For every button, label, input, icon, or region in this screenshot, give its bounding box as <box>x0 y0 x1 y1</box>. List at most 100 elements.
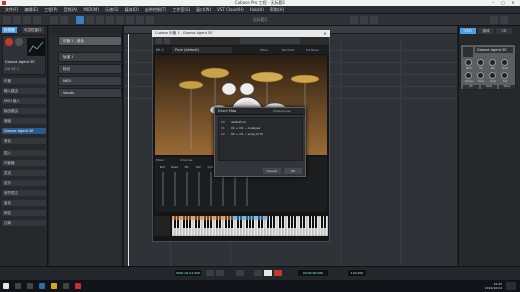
inspector-row-channel[interactable]: 通道 <box>2 118 46 124</box>
tab-visibility[interactable]: 可见性窗口 <box>22 27 44 33</box>
notification-icon[interactable] <box>506 282 516 290</box>
inspector-row-chords[interactable]: 和弦 <box>2 210 46 216</box>
vsti-pads-button[interactable]: Pads <box>481 85 497 89</box>
cancel-button[interactable]: Cancel <box>263 168 281 174</box>
track-row[interactable]: 乐器 1 - 音色 <box>58 36 122 46</box>
tab-media[interactable]: 媒体 <box>478 28 494 34</box>
stop-icon[interactable] <box>254 270 262 276</box>
inspector-row-notepad[interactable]: 注释 <box>2 220 46 226</box>
plugin-close-button[interactable]: ✕ <box>322 31 328 36</box>
list-item[interactable]: default.ini <box>231 120 301 124</box>
setup-window-icon[interactable] <box>500 16 508 24</box>
list-item[interactable]: 01 + C0 ~ Analyser <box>231 126 301 130</box>
menu-audio[interactable]: 音频(A) <box>61 7 81 13</box>
track-row[interactable]: 轨道 1 <box>58 52 122 62</box>
menu-hub[interactable]: Hub(H) <box>247 7 267 12</box>
play-icon[interactable] <box>264 270 272 276</box>
record-enable-icon[interactable] <box>5 38 13 46</box>
color-tool-icon[interactable] <box>490 16 498 24</box>
tab-vsti[interactable]: VSTi <box>460 28 476 34</box>
inspector-row-plugin[interactable]: Groove Agent SE <box>2 128 46 134</box>
store-icon[interactable] <box>63 283 69 289</box>
edge-icon[interactable] <box>39 283 45 289</box>
menu-vst-cloud[interactable]: VST Cloud(H) <box>214 7 247 12</box>
vsti-mixer-button[interactable]: Mixer <box>499 85 515 89</box>
knob-icon[interactable] <box>465 59 472 66</box>
vsti-kit-button[interactable]: Kit <box>463 85 479 89</box>
inspector-row-midi-input[interactable]: MIDI 输入 <box>2 98 46 104</box>
knob-icon[interactable] <box>501 59 508 66</box>
inspector-row-sends[interactable]: 发送 <box>2 170 46 176</box>
track-row[interactable]: Vocals <box>58 88 122 98</box>
range-tool-icon[interactable] <box>86 16 94 24</box>
menu-studio[interactable]: 工作室(S) <box>169 7 193 13</box>
inspector-row-quantize[interactable]: 量化 <box>2 200 46 206</box>
fader-track[interactable] <box>174 172 176 206</box>
inspector-toggle-icon[interactable] <box>3 16 11 24</box>
preset-selector[interactable]: Pure (default) <box>172 47 232 53</box>
menu-midi[interactable]: MIDI(M) <box>80 7 101 12</box>
tempo-display[interactable]: 120.000 <box>348 270 366 276</box>
vsti-instrument-name[interactable]: Groove Agent SE <box>475 47 513 53</box>
bypass-icon[interactable] <box>164 38 170 44</box>
windows-start-icon[interactable] <box>3 283 9 289</box>
pitch-mod-wheels[interactable] <box>154 216 170 236</box>
autoscroll-icon[interactable] <box>60 16 68 24</box>
fader-track[interactable] <box>162 172 164 206</box>
split-tool-icon[interactable] <box>96 16 104 24</box>
grid-type-icon[interactable] <box>360 16 368 24</box>
menu-score[interactable]: 乐谱(S) <box>102 7 122 13</box>
file-explorer-icon[interactable] <box>51 283 57 289</box>
monitor-icon[interactable] <box>15 38 23 46</box>
zoom-tool-icon[interactable] <box>126 16 134 24</box>
menu-help[interactable]: 帮助(H) <box>267 7 287 13</box>
ok-button[interactable]: OK <box>284 168 302 174</box>
tab-control-room[interactable]: CR <box>496 28 512 34</box>
fader-track[interactable] <box>246 172 248 206</box>
forward-icon[interactable] <box>216 270 224 276</box>
knob-icon[interactable] <box>477 72 484 79</box>
plugin-function-bar[interactable] <box>240 38 300 44</box>
menu-transport[interactable]: 走带控制(T) <box>142 7 170 13</box>
fader-track[interactable] <box>210 172 212 206</box>
lower-zone-icon[interactable] <box>23 16 31 24</box>
snap-toggle-icon[interactable] <box>350 16 358 24</box>
inspector-row-note-expression[interactable]: 音符表达 <box>2 190 46 196</box>
knob-icon[interactable] <box>465 72 472 79</box>
erase-tool-icon[interactable] <box>116 16 124 24</box>
left-zone-icon[interactable] <box>13 16 21 24</box>
menu-edit[interactable]: 编辑(E) <box>21 7 41 13</box>
inspector-row-output[interactable]: 输出路由 <box>2 108 46 114</box>
inspector-row-strings[interactable]: 弦乐 <box>2 180 46 186</box>
menu-project[interactable]: 工程(P) <box>41 7 61 13</box>
record-icon[interactable] <box>274 270 282 276</box>
transport-time[interactable]: 00:00:00.000 <box>298 270 328 276</box>
fader-track[interactable] <box>222 172 224 206</box>
dialog-preferences-link[interactable]: Preferences <box>273 109 303 113</box>
playhead-cursor[interactable] <box>128 34 129 266</box>
inspector-row-instrument[interactable]: 乐器 <box>2 78 46 84</box>
tab-kit-mixer[interactable]: Kit Mixer <box>306 47 328 53</box>
list-item[interactable]: 02 + C0 ~ snap_fx M <box>231 132 301 136</box>
draw-tool-icon[interactable] <box>146 16 154 24</box>
menu-file[interactable]: 文件(F) <box>2 7 21 13</box>
tab-inspector[interactable]: 检视器 <box>2 27 17 33</box>
knob-icon[interactable] <box>477 59 484 66</box>
quantize-icon[interactable] <box>370 16 378 24</box>
transport-position[interactable]: 0001.01.01.000 <box>175 270 201 276</box>
cubase-taskbar-icon[interactable] <box>75 283 81 289</box>
track-row[interactable]: MIDI <box>58 76 122 86</box>
menu-media[interactable]: 媒体(D) <box>122 7 142 13</box>
fader-track[interactable] <box>186 172 188 206</box>
inspector-row-eq[interactable]: 均衡器 <box>2 160 46 166</box>
task-view-icon[interactable] <box>27 283 33 289</box>
knob-icon[interactable] <box>489 72 496 79</box>
inspector-row-inserts[interactable]: 插入 <box>2 150 46 156</box>
constrain-delay-icon[interactable] <box>50 16 58 24</box>
glue-tool-icon[interactable] <box>106 16 114 24</box>
tab-mixer[interactable]: Mixer <box>260 47 280 53</box>
pointer-tool-icon[interactable] <box>76 16 84 24</box>
right-zone-icon[interactable] <box>33 16 41 24</box>
mute-tool-icon[interactable] <box>136 16 144 24</box>
track-row[interactable]: 标记 <box>58 64 122 74</box>
